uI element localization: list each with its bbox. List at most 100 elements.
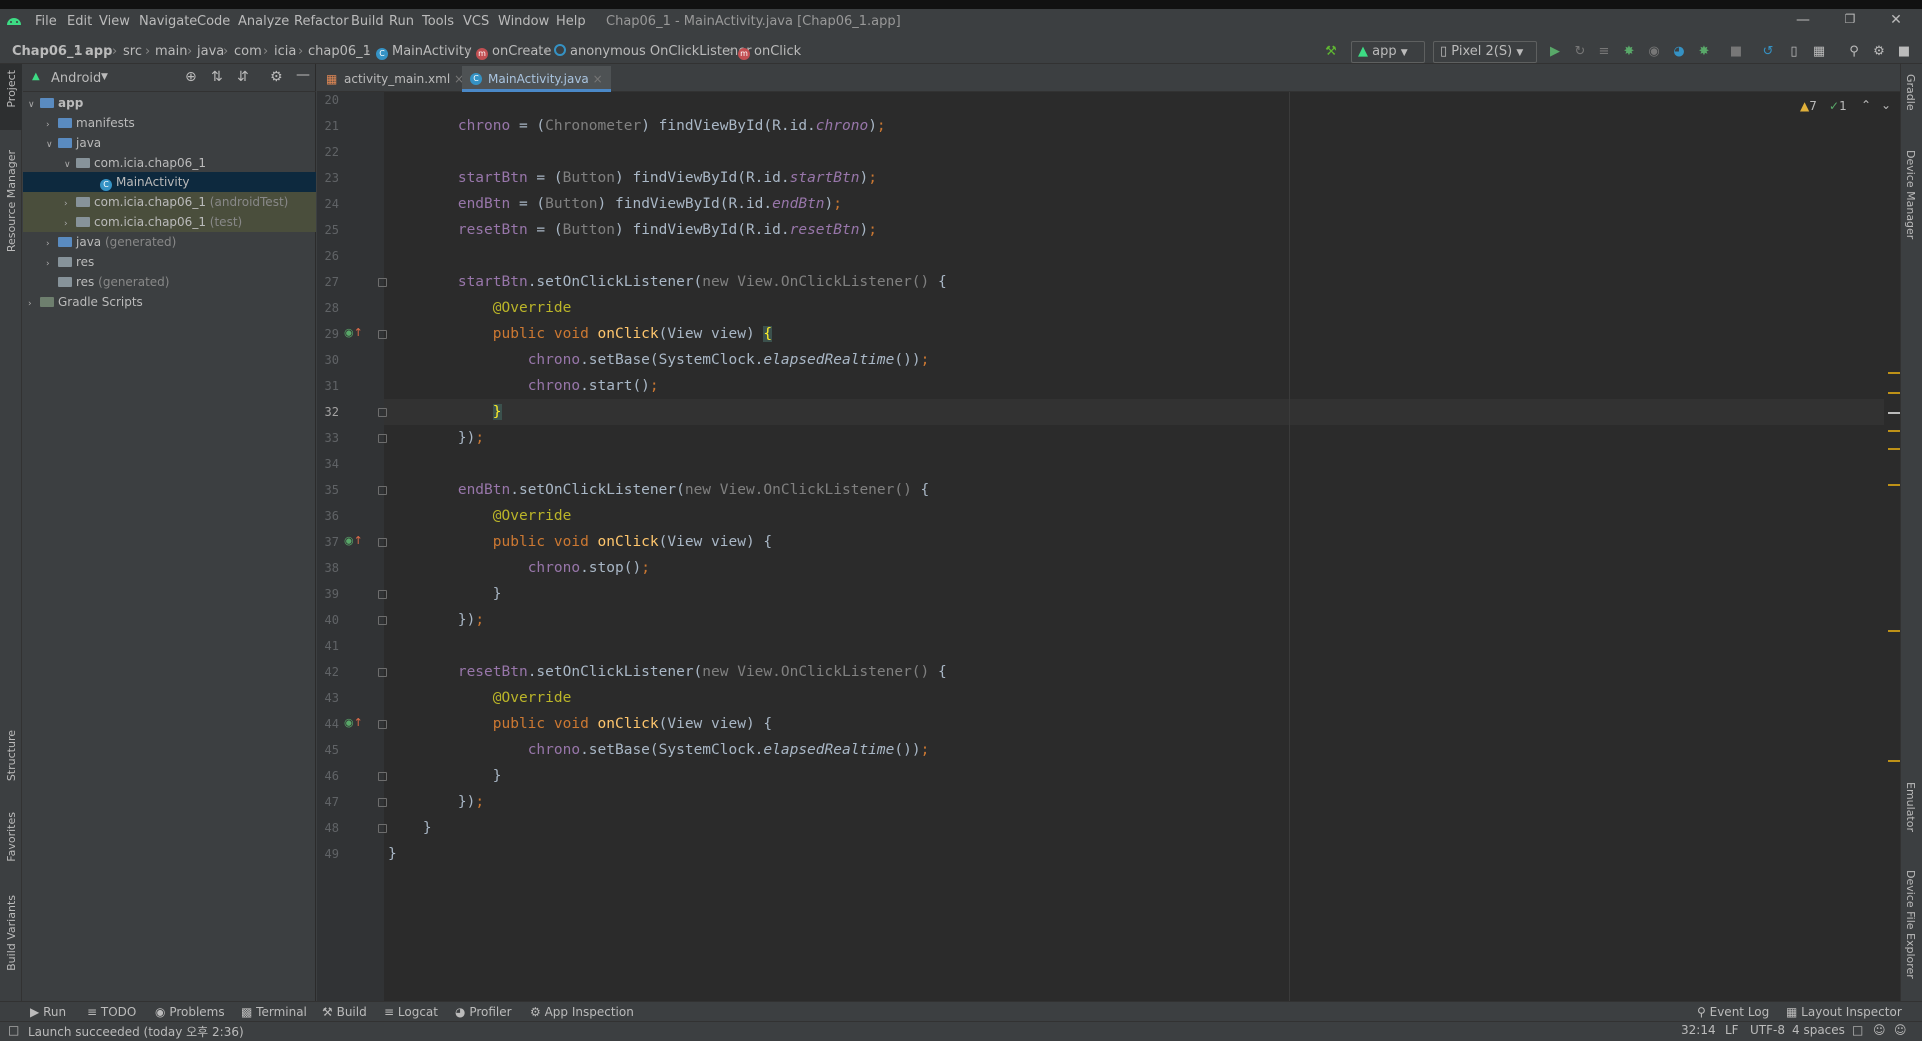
tool-window-device-manager[interactable]: Device Manager xyxy=(1904,150,1917,239)
breadcrumb-app[interactable]: app xyxy=(85,44,112,59)
panel-toggle-icon[interactable]: □ xyxy=(8,1023,19,1037)
tree-item-manifests[interactable]: › manifests xyxy=(46,113,135,133)
rerun-icon[interactable]: ↻ xyxy=(1573,45,1587,59)
tab-mainactivity-java[interactable]: C MainActivity.java × xyxy=(462,66,611,92)
tool-window-emulator[interactable]: Emulator xyxy=(1904,782,1917,832)
breadcrumb-method-onclick[interactable]: m onClick xyxy=(738,44,801,60)
fold-marker[interactable] xyxy=(378,330,387,339)
breadcrumb-project[interactable]: Chap06_1 xyxy=(12,44,83,59)
attach-debugger-icon[interactable]: ✸ xyxy=(1697,45,1711,59)
run-config-select[interactable]: ▲ app ▼ xyxy=(1351,41,1425,63)
account-icon[interactable]: ■ xyxy=(1897,45,1911,59)
fold-marker[interactable] xyxy=(378,772,387,781)
fold-marker[interactable] xyxy=(378,616,387,625)
device-select[interactable]: ▯ Pixel 2(S) ▼ xyxy=(1433,41,1537,63)
tree-item-res-generated[interactable]: res (generated) xyxy=(46,272,169,292)
fold-marker[interactable] xyxy=(378,798,387,807)
tree-item-app[interactable]: ∨ app xyxy=(28,93,83,113)
tool-window-favorites[interactable]: Favorites xyxy=(5,812,18,862)
menu-code[interactable]: Code xyxy=(197,14,230,29)
tool-window-structure[interactable]: Structure xyxy=(5,730,18,781)
hide-panel-icon[interactable]: — xyxy=(296,67,310,83)
warning-stripe-marker[interactable] xyxy=(1888,484,1900,486)
fold-marker[interactable] xyxy=(378,538,387,547)
menu-window[interactable]: Window xyxy=(498,14,549,29)
gear-icon[interactable]: ⚙ xyxy=(270,69,283,85)
warning-stripe-marker[interactable] xyxy=(1888,392,1900,394)
tool-layout-inspector[interactable]: ▦ Layout Inspector xyxy=(1786,1003,1902,1021)
tree-item-gradle-scripts[interactable]: › Gradle Scripts xyxy=(28,292,143,312)
menu-navigate[interactable]: Navigate xyxy=(139,14,197,29)
breadcrumb-method-oncreate[interactable]: m onCreate xyxy=(476,44,551,60)
tree-item-package-androidtest[interactable]: › com.icia.chap06_1 (androidTest) xyxy=(64,192,288,212)
tool-window-project[interactable]: Project xyxy=(5,70,18,108)
menu-analyze[interactable]: Analyze xyxy=(238,14,289,29)
coverage-icon[interactable]: ◉ xyxy=(1647,45,1661,59)
warning-stripe-marker[interactable] xyxy=(1888,448,1900,450)
breadcrumb-package[interactable]: chap06_1 xyxy=(308,44,371,59)
collapse-all-icon[interactable]: ⇵ xyxy=(237,69,249,85)
override-method-icon[interactable]: ◉↑ xyxy=(344,534,363,547)
menu-view[interactable]: View xyxy=(99,14,130,29)
menu-tools[interactable]: Tools xyxy=(422,14,454,29)
tool-todo[interactable]: ≡ TODO xyxy=(87,1003,136,1021)
tree-item-package[interactable]: ∨ com.icia.chap06_1 xyxy=(64,153,206,173)
status-message[interactable]: Launch succeeded (today 오후 2:36) xyxy=(28,1023,244,1040)
tool-window-device-file-explorer[interactable]: Device File Explorer xyxy=(1904,870,1917,979)
chevron-up-icon[interactable]: ⌃ xyxy=(1861,98,1871,112)
stop-icon[interactable]: ■ xyxy=(1729,45,1743,59)
settings-gear-icon[interactable]: ⚙ xyxy=(1872,45,1886,59)
sync-gradle-icon[interactable]: ↺ xyxy=(1761,45,1775,59)
file-encoding[interactable]: UTF-8 xyxy=(1750,1023,1785,1037)
breadcrumb-com[interactable]: com xyxy=(234,44,262,59)
project-view-mode[interactable]: Android xyxy=(51,71,101,86)
fold-marker[interactable] xyxy=(378,278,387,287)
close-icon[interactable]: ✕ xyxy=(1886,12,1906,28)
tree-item-mainactivity[interactable]: C MainActivity xyxy=(100,172,190,192)
tool-window-build-variants[interactable]: Build Variants xyxy=(5,895,18,971)
tool-logcat[interactable]: ≡ Logcat xyxy=(384,1003,438,1021)
chevron-down-icon[interactable]: ▼ xyxy=(101,72,108,82)
tool-event-log[interactable]: ⚲ Event Log xyxy=(1697,1003,1769,1021)
menu-vcs[interactable]: VCS xyxy=(463,14,489,29)
menu-run[interactable]: Run xyxy=(389,14,414,29)
caret-stripe-marker[interactable] xyxy=(1888,412,1900,414)
breadcrumb-java[interactable]: java xyxy=(197,44,224,59)
tree-item-package-test[interactable]: › com.icia.chap06_1 (test) xyxy=(64,212,242,232)
menu-build[interactable]: Build xyxy=(351,14,384,29)
search-icon[interactable]: ⚲ xyxy=(1847,45,1861,59)
breadcrumb-class[interactable]: C MainActivity xyxy=(376,44,472,60)
fold-marker[interactable] xyxy=(378,824,387,833)
close-tab-icon[interactable]: × xyxy=(593,72,603,86)
tool-window-gradle[interactable]: Gradle xyxy=(1904,74,1917,111)
tool-run[interactable]: ▶ Run xyxy=(30,1003,66,1021)
menu-edit[interactable]: Edit xyxy=(67,14,92,29)
override-method-icon[interactable]: ◉↑ xyxy=(344,326,363,339)
hector-icon[interactable]: ☺ xyxy=(1873,1023,1886,1037)
fold-marker[interactable] xyxy=(378,590,387,599)
fold-marker[interactable] xyxy=(378,486,387,495)
tool-profiler[interactable]: ◕ Profiler xyxy=(455,1003,512,1021)
chevron-down-icon[interactable]: ⌄ xyxy=(1881,98,1891,112)
tool-terminal[interactable]: ▩ Terminal xyxy=(241,1003,307,1021)
warning-stripe-marker[interactable] xyxy=(1888,760,1900,762)
tool-problems[interactable]: ◉ Problems xyxy=(155,1003,225,1021)
tab-activity-main-xml[interactable]: ▦ activity_main.xml × xyxy=(318,66,472,92)
locate-file-icon[interactable]: ⊕ xyxy=(185,69,197,85)
tool-app-inspection[interactable]: ⚙ App Inspection xyxy=(530,1003,634,1021)
line-separator[interactable]: LF xyxy=(1725,1023,1739,1037)
run-icon[interactable]: ▶ xyxy=(1548,45,1562,59)
sdk-manager-icon[interactable]: ▦ xyxy=(1812,45,1826,59)
menu-help[interactable]: Help xyxy=(556,14,586,29)
feedback-icon[interactable]: ☺ xyxy=(1894,1023,1907,1037)
warning-stripe-marker[interactable] xyxy=(1888,430,1900,432)
tree-item-java-generated[interactable]: › java (generated) xyxy=(46,232,176,252)
device-manager-icon[interactable]: ▯ xyxy=(1787,45,1801,59)
build-hammer-icon[interactable]: ⚒ xyxy=(1324,45,1338,59)
fold-marker[interactable] xyxy=(378,668,387,677)
breadcrumb-src[interactable]: src xyxy=(123,44,142,59)
breadcrumb-icia[interactable]: icia xyxy=(274,44,296,59)
warning-icon[interactable]: ▲7 xyxy=(1800,99,1817,113)
expand-all-icon[interactable]: ⇅ xyxy=(211,69,223,85)
fold-marker[interactable] xyxy=(378,434,387,443)
